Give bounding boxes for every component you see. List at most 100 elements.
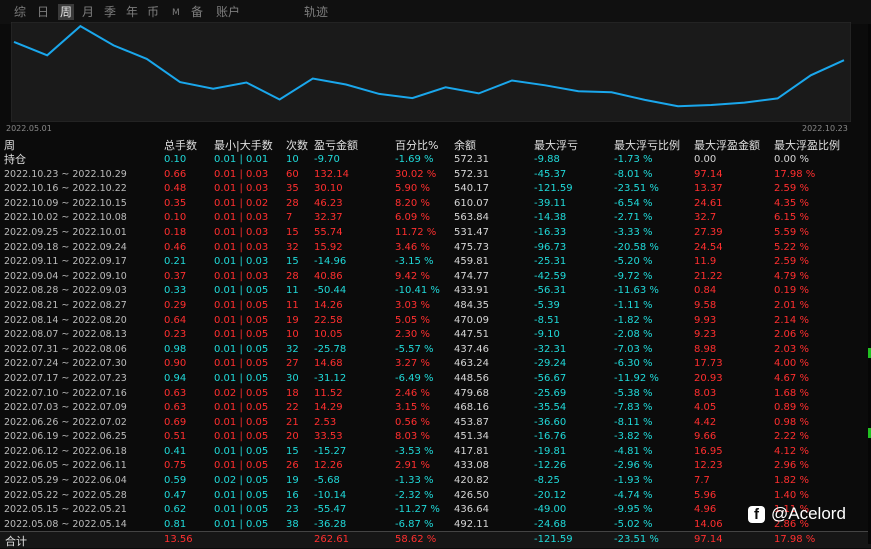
- tab-trajectory[interactable]: 轨迹: [304, 4, 328, 20]
- table-row[interactable]: 2022.08.07 ~ 2022.08.13 0.23 0.01 | 0.05 10…: [4, 328, 864, 343]
- cell-max-drawdown-pct: -5.38 %: [614, 387, 653, 399]
- cell-max-runup-pct: 4.35 %: [774, 197, 809, 209]
- cell-count: 28: [286, 197, 299, 209]
- table-row[interactable]: 2022.06.26 ~ 2022.07.02 0.69 0.01 | 0.05 21…: [4, 416, 864, 431]
- cell-max-drawdown-pct: -6.54 %: [614, 197, 653, 209]
- col-count[interactable]: 次数: [286, 139, 314, 153]
- table-row[interactable]: 2022.10.16 ~ 2022.10.22 0.48 0.01 | 0.03 35…: [4, 182, 864, 197]
- table-row[interactable]: 2022.08.28 ~ 2022.09.03 0.33 0.01 | 0.05 11…: [4, 284, 864, 299]
- cell-max-runup-pct: 0.98 %: [774, 416, 809, 428]
- cell-count: 11: [286, 299, 299, 311]
- cell-count: 15: [286, 226, 299, 238]
- cell-percent: 8.20 %: [395, 197, 430, 209]
- col-max-runup[interactable]: 最大浮盈金额: [694, 139, 774, 153]
- cell-balance: 420.82: [454, 475, 489, 487]
- cell-minmax-lots: 0.01 | 0.03: [214, 270, 269, 282]
- table-row[interactable]: 2022.08.21 ~ 2022.08.27 0.29 0.01 | 0.05 11…: [4, 299, 864, 314]
- table-row[interactable]: 2022.09.25 ~ 2022.10.01 0.18 0.01 | 0.03 15…: [4, 226, 864, 241]
- cell-max-runup-pct: 2.14 %: [774, 314, 809, 326]
- col-max-runup-pct[interactable]: 最大浮盈比例: [774, 139, 864, 153]
- col-balance[interactable]: 余额: [454, 139, 534, 153]
- tab-account[interactable]: 账户: [216, 4, 240, 20]
- tab-quarter[interactable]: 季: [104, 4, 116, 20]
- cell-max-drawdown-pct: -3.33 %: [614, 226, 653, 238]
- table-row[interactable]: 2022.09.18 ~ 2022.09.24 0.46 0.01 | 0.03 32…: [4, 241, 864, 256]
- col-percent[interactable]: 百分比%: [395, 139, 454, 153]
- table-row[interactable]: 2022.07.03 ~ 2022.07.09 0.63 0.01 | 0.05 22…: [4, 401, 864, 416]
- tab-m[interactable]: M: [172, 5, 180, 21]
- cell-balance: 437.46: [454, 343, 489, 355]
- cell-total-lots: 0.66: [164, 168, 187, 180]
- cell-count: 35: [286, 183, 299, 195]
- cell-period: 2022.08.07 ~ 2022.08.13: [4, 329, 127, 341]
- total-label: 合计: [5, 535, 27, 548]
- chart-background: [11, 22, 851, 122]
- tab-month[interactable]: 月: [82, 4, 94, 20]
- cell-minmax-lots: 0.01 | 0.05: [214, 460, 269, 472]
- cell-max-runup-pct: 0.19 %: [774, 285, 809, 297]
- cell-max-runup: 17.73: [694, 358, 723, 370]
- watermark-text: @Acelord: [771, 504, 846, 523]
- table-row[interactable]: 2022.07.24 ~ 2022.07.30 0.90 0.01 | 0.05 27…: [4, 357, 864, 372]
- table-row[interactable]: 2022.08.14 ~ 2022.08.20 0.64 0.01 | 0.05 19…: [4, 314, 864, 329]
- cell-balance: 470.09: [454, 314, 489, 326]
- cell-total-lots: 0.63: [164, 402, 187, 414]
- cell-max-drawdown: -39.11: [534, 197, 567, 209]
- cell-count: 32: [286, 343, 299, 355]
- cell-max-drawdown: -19.81: [534, 445, 567, 457]
- cell-profit: 2.53: [314, 416, 337, 428]
- cell-max-drawdown-pct: -3.82 %: [614, 431, 653, 443]
- cell-minmax-lots: 0.01 | 0.03: [214, 183, 269, 195]
- table-row[interactable]: 2022.05.15 ~ 2022.05.21 0.62 0.01 | 0.05 23…: [4, 503, 864, 518]
- cell-minmax-lots: 0.01 | 0.05: [214, 358, 269, 370]
- cell-max-drawdown-pct: -4.74 %: [614, 489, 653, 501]
- table-row[interactable]: 2022.05.29 ~ 2022.06.04 0.59 0.02 | 0.05 19…: [4, 474, 864, 489]
- cell-total-lots: 0.48: [164, 183, 187, 195]
- tab-year[interactable]: 年: [126, 4, 138, 20]
- tab-note[interactable]: 备: [191, 4, 203, 20]
- holding-row[interactable]: 持仓 0.10 0.01 | 0.01 10 -9.70 -1.69 % 572.31 -9.…: [4, 153, 864, 168]
- cell-minmax-lots: 0.02 | 0.05: [214, 387, 269, 399]
- cell-total-lots: 0.62: [164, 504, 187, 516]
- cell-max-runup: 32.7: [694, 212, 717, 224]
- col-week[interactable]: 周: [4, 139, 164, 153]
- table-row[interactable]: 2022.10.23 ~ 2022.10.29 0.66 0.01 | 0.03 60…: [4, 168, 864, 183]
- cell-max-runup: 9.66: [694, 431, 717, 443]
- table-row[interactable]: 2022.09.04 ~ 2022.09.10 0.37 0.01 | 0.03 28…: [4, 270, 864, 285]
- cell-balance: 572.31: [454, 168, 489, 180]
- cell-balance: 475.73: [454, 241, 489, 253]
- cell-count: 23: [286, 504, 299, 516]
- table-row[interactable]: 2022.06.12 ~ 2022.06.18 0.41 0.01 | 0.05 15…: [4, 445, 864, 460]
- cell-max-runup: 11.9: [694, 256, 717, 268]
- table-row[interactable]: 2022.09.11 ~ 2022.09.17 0.21 0.01 | 0.03 15…: [4, 255, 864, 270]
- cell-minmax-lots: 0.01 | 0.03: [214, 256, 269, 268]
- cell-percent: 2.46 %: [395, 387, 430, 399]
- table-row[interactable]: 2022.06.19 ~ 2022.06.25 0.51 0.01 | 0.05 20…: [4, 430, 864, 445]
- cell-period: 2022.07.10 ~ 2022.07.16: [4, 387, 127, 399]
- cell-max-drawdown: -8.25: [534, 475, 560, 487]
- total-row: 合计 13.56 262.61 58.62 % -121.59 -23.51 %…: [0, 532, 871, 548]
- cell-total-lots: 0.90: [164, 358, 187, 370]
- cell-max-drawdown: -49.00: [534, 504, 567, 516]
- table-row[interactable]: 2022.07.17 ~ 2022.07.23 0.94 0.01 | 0.05 30…: [4, 372, 864, 387]
- col-minmax-lots[interactable]: 最小|大手数: [214, 139, 286, 153]
- tab-week[interactable]: 周: [58, 4, 75, 20]
- cell-max-drawdown: -56.67: [534, 372, 567, 384]
- tab-currency[interactable]: 币: [147, 4, 159, 20]
- table-row[interactable]: 2022.10.09 ~ 2022.10.15 0.35 0.01 | 0.02 28…: [4, 197, 864, 212]
- col-total-lots[interactable]: 总手数: [164, 139, 214, 153]
- table-row[interactable]: 2022.07.10 ~ 2022.07.16 0.63 0.02 | 0.05 18…: [4, 387, 864, 402]
- table-row[interactable]: 2022.05.22 ~ 2022.05.28 0.47 0.01 | 0.05 16…: [4, 489, 864, 504]
- table-row[interactable]: 2022.10.02 ~ 2022.10.08 0.10 0.01 | 0.03 7 3…: [4, 211, 864, 226]
- cell-count: 16: [286, 489, 299, 501]
- cell-period: 2022.09.11 ~ 2022.09.17: [4, 256, 127, 268]
- cell-count: 26: [286, 460, 299, 472]
- col-max-drawdown-pct[interactable]: 最大浮亏比例: [614, 139, 694, 153]
- cell-max-drawdown-pct: -2.08 %: [614, 329, 653, 341]
- col-profit[interactable]: 盈亏金额: [314, 139, 395, 153]
- table-row[interactable]: 2022.06.05 ~ 2022.06.11 0.75 0.01 | 0.05 26…: [4, 459, 864, 474]
- tab-day[interactable]: 日: [37, 4, 49, 20]
- tab-summary[interactable]: 综: [14, 4, 26, 20]
- table-row[interactable]: 2022.07.31 ~ 2022.08.06 0.98 0.01 | 0.05 32…: [4, 343, 864, 358]
- col-max-drawdown[interactable]: 最大浮亏: [534, 139, 614, 153]
